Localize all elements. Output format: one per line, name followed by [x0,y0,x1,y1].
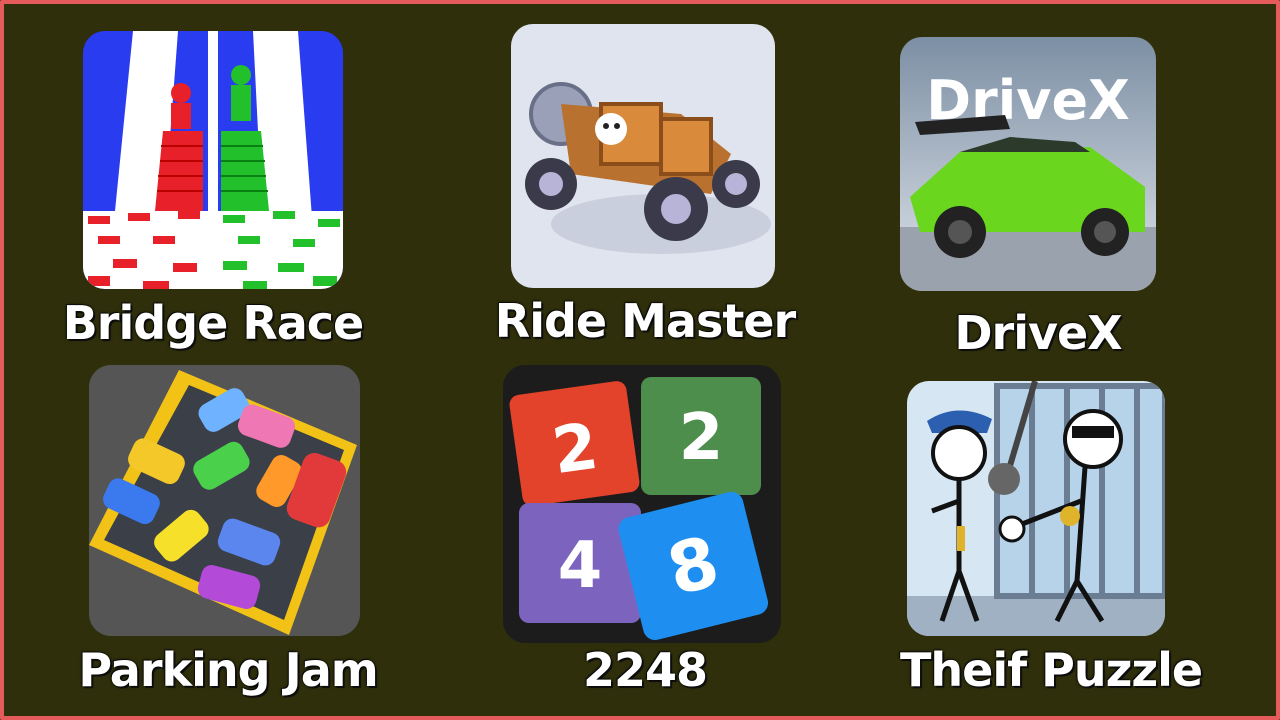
game-label[interactable]: Bridge Race [58,296,368,350]
2248-icon[interactable]: 2 2 4 8 [503,365,781,643]
game-label[interactable]: DriveX [900,306,1176,360]
tile-2-green: 2 [679,401,724,475]
bridge-race-icon[interactable] [83,31,343,289]
game-label[interactable]: Ride Master [490,294,800,348]
parking-jam-icon[interactable] [89,365,360,636]
ride-master-icon[interactable] [511,24,775,288]
drivex-icon[interactable]: DriveX [900,37,1156,291]
game-label[interactable]: Theif Puzzle [900,643,1203,697]
game-label[interactable]: 2248 [520,643,770,697]
tile-4-purple: 4 [558,529,603,603]
thief-puzzle-icon[interactable] [907,381,1165,636]
game-label[interactable]: Parking Jam [78,643,378,697]
